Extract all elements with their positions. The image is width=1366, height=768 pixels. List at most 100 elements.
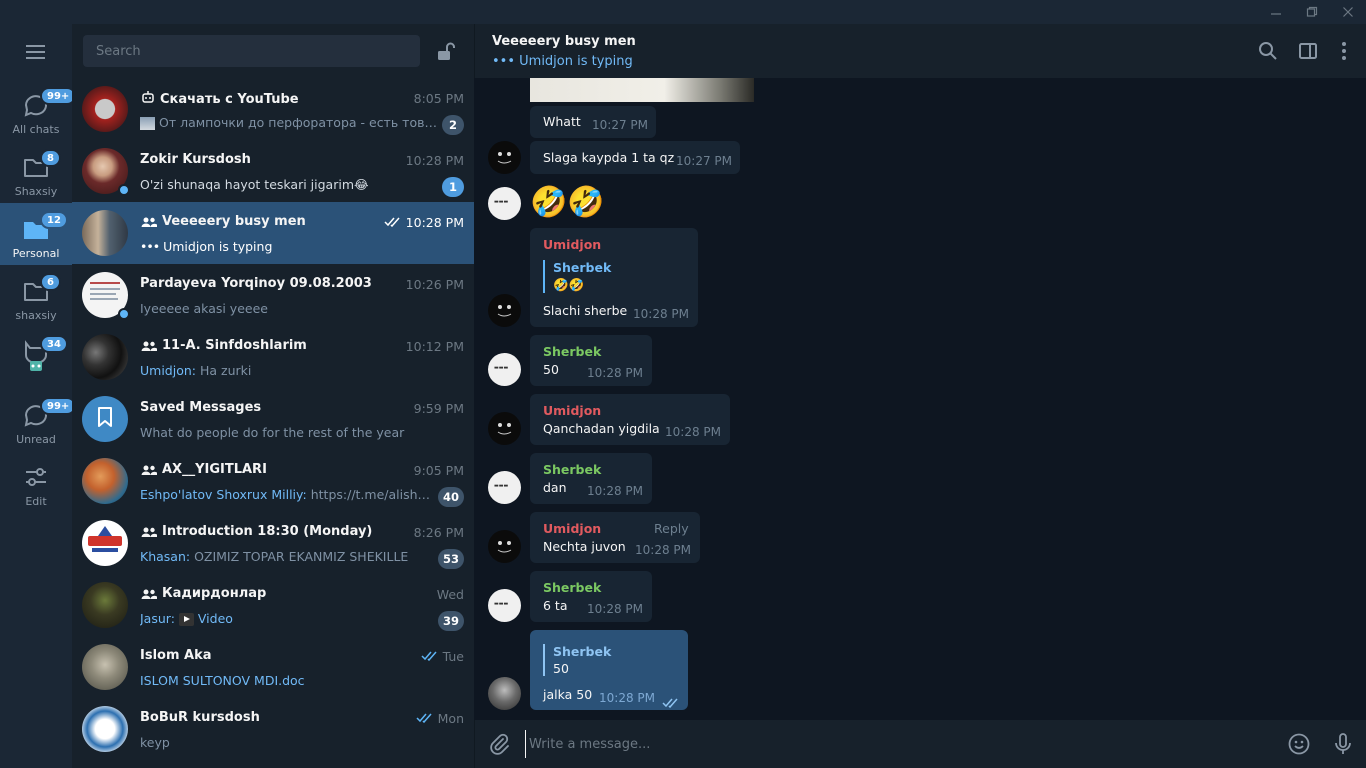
group-icon [140, 464, 158, 476]
folder-badge: 12 [40, 211, 68, 229]
chat-title: Veeeeery busy men [492, 34, 636, 49]
avatar[interactable] [488, 530, 521, 563]
sender-name: Umidjon [543, 521, 602, 536]
folder-label: Edit [25, 495, 47, 508]
close-icon[interactable] [1330, 0, 1366, 24]
emoji-icon[interactable] [1287, 732, 1311, 756]
folder-shaxsiy-lower[interactable]: 6 shaxsiy [0, 265, 72, 327]
search-icon[interactable] [1257, 40, 1279, 62]
message-time: 10:28 PM [633, 307, 689, 321]
attach-icon[interactable] [487, 732, 511, 756]
chat-row-active[interactable]: Veeeeery busy men 10:28 PM ••• Umidjon i… [72, 202, 474, 264]
minimize-icon[interactable] [1258, 0, 1294, 24]
avatar [82, 520, 128, 566]
chat-time: Mon [416, 711, 464, 726]
avatar [82, 396, 128, 442]
quote-sender: Sherbek [553, 260, 612, 275]
chat-row[interactable]: AX__YIGITLARI 9:05 PM Eshpo'latov Shoxru… [72, 450, 474, 512]
chat-row[interactable]: BoBuR kursdosh Mon keyp [72, 698, 474, 760]
folder-personal[interactable]: 12 Personal [0, 203, 72, 265]
chat-time: 8:05 PM [413, 91, 464, 106]
maximize-icon[interactable] [1294, 0, 1330, 24]
search-input[interactable] [83, 35, 420, 67]
chat-row[interactable]: Pardayeva Yorqinoy 09.08.2003 10:26 PM I… [72, 264, 474, 326]
avatar[interactable]: ▬▬▬ [488, 353, 521, 386]
chat-row[interactable]: Кадирдонлар Wed Jasur: Video 39 [72, 574, 474, 636]
hamburger-menu-icon[interactable] [24, 42, 48, 62]
avatar[interactable] [488, 294, 521, 327]
message-input[interactable] [525, 730, 1225, 758]
folder-badge: 99+ [40, 397, 77, 415]
chat-header[interactable]: Veeeeery busy men ••• Umidjon is typing [474, 24, 1366, 78]
microphone-icon[interactable] [1331, 732, 1355, 756]
chat-time: 10:26 PM [405, 277, 464, 292]
folder-shaxsiy[interactable]: 8 Shaxsiy [0, 141, 72, 203]
avatar [82, 644, 128, 690]
avatar[interactable] [488, 677, 521, 710]
message-bubble-outgoing[interactable]: Sherbek 50 jalka 50 10:28 PM [530, 630, 688, 710]
message-text: dan [543, 480, 567, 495]
message-bubble[interactable]: Sherbek 50 10:28 PM [530, 335, 652, 386]
typing-dots-icon: ••• [140, 239, 160, 254]
message-bubble[interactable]: Slaga kaypda 1 ta qz 10:27 PM [530, 141, 740, 174]
chat-row[interactable]: Introduction 18:30 (Monday) 8:26 PM Khas… [72, 512, 474, 574]
message-bubble[interactable]: Umidjon Reply Nechta juvon 10:28 PM [530, 512, 700, 563]
double-check-icon [421, 649, 439, 664]
chat-name: Islom Aka [140, 648, 212, 663]
chat-row[interactable]: Saved Messages 9:59 PM What do people do… [72, 388, 474, 450]
edit-sliders-icon [20, 461, 52, 493]
avatar [82, 334, 128, 380]
chat-row[interactable]: Zokir Kursdosh 10:28 PM O'zi shunaqa hay… [72, 140, 474, 202]
folder-label: shaxsiy [15, 309, 57, 322]
group-icon [140, 216, 158, 228]
reply-button[interactable]: Reply [654, 521, 689, 536]
sender-name: Umidjon [543, 403, 602, 418]
folder-edit[interactable]: Edit [0, 451, 72, 513]
group-icon [140, 340, 158, 352]
chat-preview: ISLOM SULTONOV MDI.doc [140, 673, 305, 688]
video-thumbnail-icon [178, 613, 194, 626]
avatar[interactable]: ▬▬▬ [488, 187, 521, 220]
group-icon [140, 526, 158, 538]
chat-preview: O'zi shunaqa hayot teskari jigarim😂 [140, 177, 369, 192]
folder-cat-robot[interactable]: 34 [0, 327, 72, 389]
sender-name: Sherbek [543, 462, 602, 477]
message-time: 10:28 PM [587, 602, 643, 616]
emoji-sticker[interactable]: 🤣🤣 [530, 183, 610, 223]
chat-row[interactable]: Скачать с YouTube 8:05 PM От лампочки до… [72, 78, 474, 140]
avatar[interactable] [488, 141, 521, 174]
chat-name: Zokir Kursdosh [140, 152, 251, 167]
folder-label: Shaxsiy [14, 185, 58, 198]
lock-open-icon[interactable] [434, 40, 462, 64]
unread-icon: 99+ [20, 397, 77, 431]
message-bubble[interactable]: Sherbek 6 ta 10:28 PM [530, 571, 652, 622]
message-text: jalka 50 [543, 687, 593, 702]
sidebar-toggle-icon[interactable] [1297, 40, 1319, 62]
chat-preview: Khasan: OZIMIZ TOPAR EKANMIZ SHEKILLE [140, 549, 409, 564]
folder-all-chats[interactable]: 99+ All chats [0, 79, 77, 141]
message-bubble[interactable]: Whatt 10:27 PM [530, 106, 656, 138]
reply-quote[interactable]: Sherbek 🤣🤣 [543, 260, 611, 293]
folder-unread[interactable]: 99+ Unread [0, 389, 77, 451]
avatar[interactable]: ▬▬▬ [488, 589, 521, 622]
image-message[interactable] [530, 78, 754, 102]
avatar[interactable] [488, 412, 521, 445]
reply-quote[interactable]: Sherbek 50 [543, 644, 611, 676]
folder-badge: 99+ [40, 87, 77, 105]
folder-badge: 6 [40, 273, 61, 291]
double-check-icon [416, 711, 434, 726]
chat-time: Tue [421, 649, 464, 664]
chat-name: Кадирдонлар [140, 586, 380, 601]
more-options-icon[interactable] [1333, 40, 1355, 62]
chat-row[interactable]: Islom Aka Tue ISLOM SULTONOV MDI.doc [72, 636, 474, 698]
avatar[interactable]: ▬▬▬ [488, 471, 521, 504]
avatar [82, 210, 128, 256]
message-bubble[interactable]: Sherbek dan 10:28 PM [530, 453, 652, 504]
chat-name: 11-A. Sinfdoshlarim [140, 338, 380, 353]
chat-name: AX__YIGITLARI [140, 462, 380, 477]
chat-row[interactable]: 11-A. Sinfdoshlarim 10:12 PM Umidjon: Ha… [72, 326, 474, 388]
message-bubble[interactable]: Umidjon Qanchadan yigdila 10:28 PM [530, 394, 730, 445]
group-icon [140, 588, 158, 600]
chat-time: 9:59 PM [413, 401, 464, 416]
message-bubble[interactable]: Umidjon Sherbek 🤣🤣 Slachi sherbe 10:28 P… [530, 228, 698, 327]
